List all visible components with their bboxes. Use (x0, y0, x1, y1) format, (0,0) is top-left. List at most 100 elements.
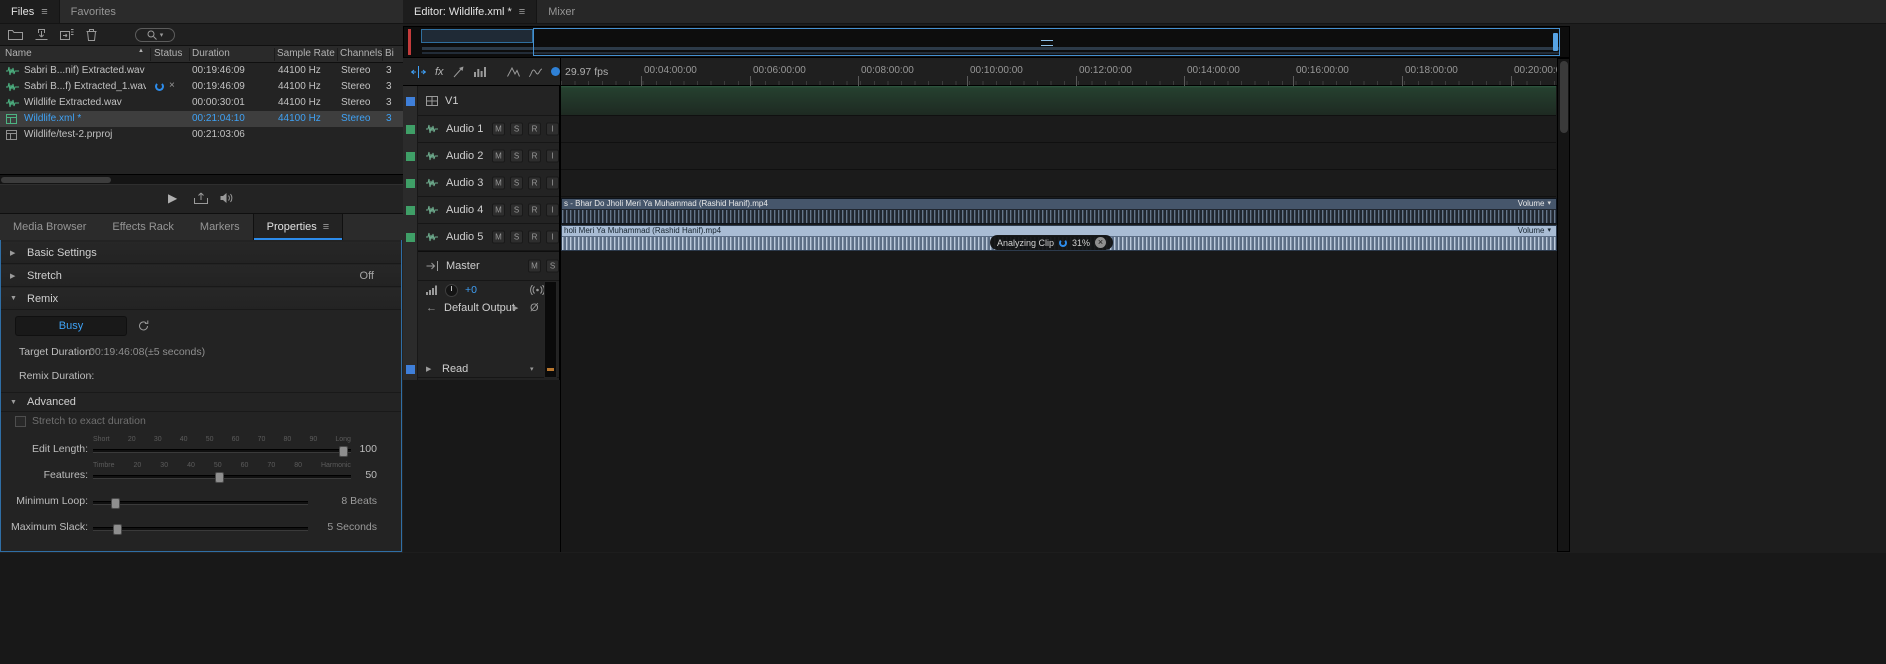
razor-tool-icon[interactable] (453, 66, 465, 78)
audio-track-header[interactable]: Audio 5 M S R I (418, 224, 559, 251)
minimum-loop-slider[interactable] (93, 501, 308, 505)
audio-track-lane[interactable] (561, 116, 1556, 143)
tab-favorites[interactable]: Favorites (60, 0, 127, 23)
panel-menu-icon[interactable]: ≡ (519, 6, 525, 18)
monitor-input-button[interactable]: I (546, 123, 559, 136)
arm-record-button[interactable]: R (528, 123, 541, 136)
output-routing-row[interactable]: ← Default Output ▶ Ø (418, 299, 559, 317)
rerun-remix-icon[interactable] (137, 319, 150, 332)
mute-button[interactable]: M (492, 150, 505, 163)
slider-thumb[interactable] (113, 524, 122, 535)
file-row[interactable]: Sabri B...f) Extracted_1.wav × 00:19:46:… (0, 79, 403, 95)
fx-toggle-icon[interactable]: fx (435, 66, 444, 78)
video-track-header[interactable]: V1 (418, 86, 559, 116)
sort-ascending-icon[interactable]: ▲ (138, 48, 144, 54)
volume-value[interactable]: +0 (465, 284, 477, 296)
tab-properties[interactable]: Properties ≡ (253, 214, 344, 240)
remix-busy-button[interactable]: Busy (15, 316, 127, 336)
tab-editor[interactable]: Editor: Wildlife.xml * ≡ (403, 0, 537, 23)
arm-record-button[interactable]: R (528, 150, 541, 163)
arm-record-button[interactable]: R (528, 204, 541, 217)
monitor-input-button[interactable]: I (546, 204, 559, 217)
collapse-arrow-icon[interactable]: ▶ (10, 249, 19, 257)
automation-mode-row[interactable]: ▶ Read ▾ (418, 360, 559, 378)
clip-volume-dropdown[interactable]: Volume ▾ (1518, 199, 1551, 209)
spectral-view-icon[interactable] (529, 67, 542, 77)
master-track-header[interactable]: Master M S (418, 251, 559, 281)
tab-markers[interactable]: Markers (187, 214, 253, 240)
volume-knob[interactable] (445, 284, 458, 297)
timeline-vertical-scrollbar[interactable] (1557, 58, 1570, 552)
panel-menu-icon[interactable]: ≡ (323, 221, 329, 233)
section-remix[interactable]: ▼ Remix (1, 288, 401, 310)
tab-files[interactable]: Files ≡ (0, 0, 60, 23)
mute-button[interactable]: M (492, 231, 505, 244)
clip-volume-dropdown[interactable]: Volume ▾ (1518, 226, 1551, 236)
video-track-lane[interactable] (561, 86, 1556, 116)
timeline-ruler[interactable]: 00:04:00:00 00:06:00:00 00:08:00:00 00:1… (560, 58, 1559, 86)
audio-track-lane[interactable] (561, 170, 1556, 197)
section-stretch[interactable]: ▶ Stretch Off (1, 265, 401, 287)
column-bit-depth[interactable]: Bi (385, 48, 394, 59)
maximum-slack-slider[interactable] (93, 527, 308, 531)
waveform-view-icon[interactable] (507, 67, 520, 77)
arm-record-button[interactable]: R (528, 231, 541, 244)
search-options-icon[interactable]: ▾ (160, 31, 164, 39)
navigator-view-range[interactable] (533, 28, 1560, 56)
slider-thumb[interactable] (111, 498, 120, 509)
solo-button[interactable]: S (510, 231, 523, 244)
open-file-icon[interactable] (8, 29, 23, 40)
audio-track-header[interactable]: Audio 1 M S R I (418, 116, 559, 143)
mute-button[interactable]: M (492, 123, 505, 136)
expand-arrow-icon[interactable]: ▼ (10, 295, 19, 302)
tab-mixer[interactable]: Mixer (537, 0, 586, 23)
section-basic-settings[interactable]: ▶ Basic Settings (1, 242, 401, 264)
solo-button[interactable]: S (510, 177, 523, 190)
section-advanced[interactable]: ▼ Advanced (1, 392, 401, 412)
timeline[interactable]: s - Bhar Do Jholi Meri Ya Muhammad (Rash… (560, 86, 1559, 552)
files-horizontal-scrollbar[interactable] (0, 174, 403, 185)
insert-into-multitrack-icon[interactable] (60, 29, 74, 40)
scrollbar-thumb[interactable] (1, 177, 111, 183)
playhead-marker[interactable] (408, 29, 411, 55)
solo-button[interactable]: S (510, 150, 523, 163)
collapse-arrow-icon[interactable]: ▶ (426, 365, 435, 373)
column-sample-rate[interactable]: Sample Rate (277, 48, 335, 59)
navigator-drag-grip[interactable] (1041, 40, 1053, 46)
file-row[interactable]: Wildlife/test-2.prproj 00:21:03:06 (0, 127, 403, 143)
import-file-icon[interactable] (35, 29, 48, 40)
cancel-processing-icon[interactable]: × (169, 81, 175, 91)
zoom-navigator[interactable] (403, 26, 1570, 58)
audio-track-lane[interactable] (561, 143, 1556, 170)
metering-icon[interactable] (474, 66, 486, 77)
loudness-speaker-icon[interactable] (220, 192, 234, 204)
solo-button[interactable]: S (510, 123, 523, 136)
monitor-input-button[interactable]: I (546, 150, 559, 163)
file-row[interactable]: Sabri B...nif) Extracted.wav 00:19:46:09… (0, 63, 403, 79)
monitor-input-button[interactable]: I (546, 177, 559, 190)
bypass-icon[interactable]: Ø (530, 302, 539, 314)
expand-arrow-icon[interactable]: ▼ (10, 399, 19, 406)
solo-button[interactable]: S (546, 260, 559, 273)
play-button[interactable]: ▶ (168, 192, 177, 205)
file-row[interactable]: Wildlife Extracted.wav 00:00:30:01 44100… (0, 95, 403, 111)
navigator-resize-handle[interactable] (1553, 33, 1558, 51)
mute-button[interactable]: M (492, 177, 505, 190)
trash-icon[interactable] (86, 29, 97, 41)
audio-clip[interactable]: s - Bhar Do Jholi Meri Ya Muhammad (Rash… (561, 198, 1557, 224)
monitoring-icon[interactable] (530, 285, 545, 295)
panel-menu-icon[interactable]: ≡ (41, 6, 47, 18)
column-name[interactable]: Name (5, 48, 32, 59)
automation-dropdown-icon[interactable]: ▾ (530, 365, 534, 373)
collapse-arrow-icon[interactable]: ▶ (10, 272, 19, 280)
solo-button[interactable]: S (510, 204, 523, 217)
mute-button[interactable]: M (528, 260, 541, 273)
search-input[interactable]: ▾ (135, 28, 175, 42)
export-icon[interactable] (194, 192, 208, 204)
mute-button[interactable]: M (492, 204, 505, 217)
navigator-offscreen-range[interactable] (421, 29, 533, 43)
scrollbar-thumb[interactable] (1560, 61, 1568, 133)
tab-media-browser[interactable]: Media Browser (0, 214, 99, 240)
audio-track-header[interactable]: Audio 2 M S R I (418, 143, 559, 170)
slider-thumb[interactable] (215, 472, 224, 483)
